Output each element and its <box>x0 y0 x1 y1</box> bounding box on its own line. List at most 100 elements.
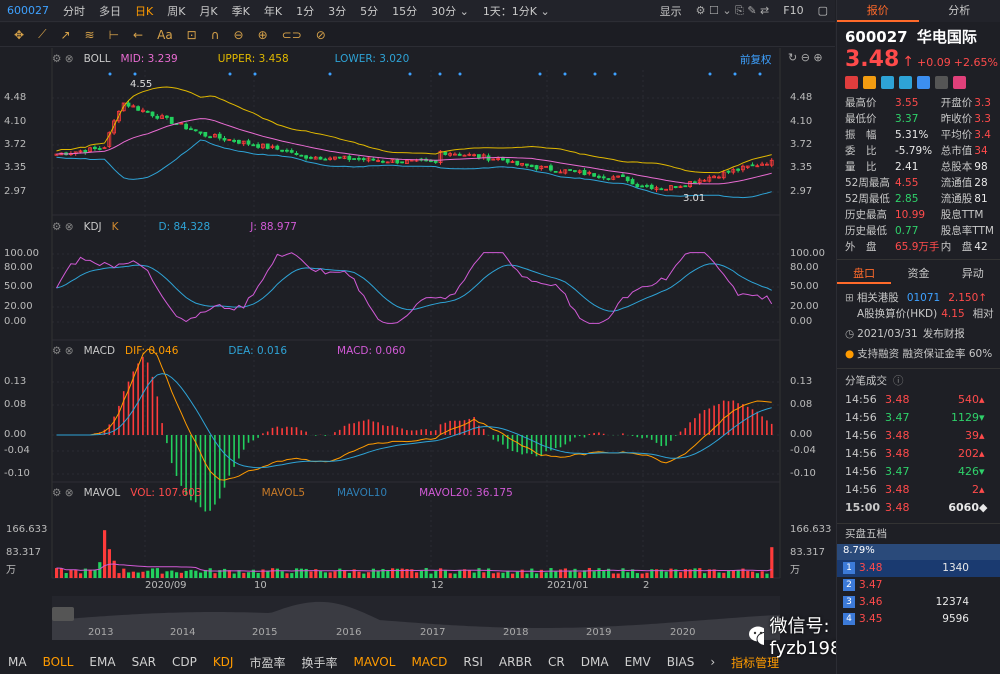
mavol-label[interactable]: MAVOL <box>84 487 121 499</box>
report-row[interactable]: ◷ 2021/03/31 发布财报 <box>845 326 994 342</box>
stat-row: 振 幅 5.31% <box>845 127 941 143</box>
last-price: 3.48 <box>845 47 900 72</box>
indicator-9[interactable]: MACD <box>403 655 455 669</box>
indicator-14[interactable]: EMV <box>617 655 659 669</box>
tick-time: 14:56 <box>845 411 877 424</box>
stat-label: 最低价 <box>845 113 877 125</box>
candle <box>726 170 731 173</box>
year-label: 2013 <box>88 627 114 638</box>
indicator-2[interactable]: EMA <box>81 655 123 669</box>
chart-controls-icon[interactable]: ↻ ⊖ ⊕ <box>788 51 823 64</box>
bid-level: 1 <box>843 562 855 574</box>
volume-bar <box>208 568 212 578</box>
indicator-12[interactable]: CR <box>540 655 573 669</box>
margin-icon[interactable] <box>899 76 912 89</box>
candle <box>164 115 169 118</box>
tab-analysis[interactable]: 分析 <box>919 0 1000 22</box>
chart-area[interactable]: 600027 分时 多日 日K 周K 月K 季K 年K 1分 3分 5分 15分 30分 ⌄ 1天：1分K… <box>0 0 919 674</box>
candle <box>601 176 606 179</box>
indicator-15[interactable]: BIAS <box>659 655 703 669</box>
boll-label[interactable]: BOLL <box>84 53 111 65</box>
volume-bar <box>693 568 697 578</box>
indicator-8[interactable]: MAVOL <box>346 655 404 669</box>
indicator-1[interactable]: BOLL <box>35 655 82 669</box>
macd-label[interactable]: MACD <box>84 345 115 357</box>
stat-value: 5.31% <box>895 129 929 141</box>
volume-bar <box>736 570 740 578</box>
settings-icon[interactable]: ⚙ ⊗ <box>52 345 74 357</box>
candle <box>659 188 664 191</box>
tick-row: 14:56 3.47 1129 ▾ <box>845 409 994 427</box>
settings-icon[interactable]: ⚙ ⊗ <box>52 53 74 65</box>
kdj-left-tick: 20.00 <box>4 301 33 312</box>
flag-icon[interactable] <box>845 76 858 89</box>
indicator-16[interactable]: › <box>702 655 723 669</box>
indicator-0[interactable]: MA <box>0 655 35 669</box>
signal-dot <box>538 72 542 76</box>
macd-dea-line <box>56 373 772 469</box>
candle <box>208 136 213 139</box>
margin-coin-icon: ● <box>845 348 855 360</box>
doc-icon[interactable] <box>935 76 948 89</box>
adjust-mode[interactable]: 前复权 <box>740 52 772 67</box>
stat-value: 2.41 <box>895 161 919 173</box>
candle <box>515 160 520 166</box>
tick-volume: 39 <box>965 429 979 442</box>
stat-row: 平均价 3.4 <box>941 127 994 143</box>
volume-bar <box>717 572 721 578</box>
indicator-3[interactable]: SAR <box>124 655 164 669</box>
bid-row: 2 3.47 <box>837 577 1000 594</box>
boll-right-tick: 3.72 <box>790 139 813 150</box>
stat-value: 3.55 <box>895 97 919 109</box>
volume-bar <box>256 573 260 578</box>
candle <box>184 123 189 130</box>
hk-row[interactable]: ⊞ 相关港股 01071 2.150↑ <box>845 290 994 306</box>
macd-right-tick: 0.13 <box>790 376 813 387</box>
volume-bar <box>751 571 755 578</box>
kdj-label[interactable]: KDJ <box>84 221 102 233</box>
indicator-5[interactable]: KDJ <box>205 655 242 669</box>
signal-dot <box>253 72 257 76</box>
settings-icon[interactable]: ⚙ ⊗ <box>52 221 74 233</box>
tab-quote[interactable]: 报价 <box>837 0 919 22</box>
indicator-11[interactable]: ARBR <box>491 655 540 669</box>
depth-tab-1[interactable]: 资金 <box>891 264 945 284</box>
mavol-right-tick: 83.317 <box>790 547 825 558</box>
boll-right-tick: 4.10 <box>790 116 813 127</box>
kdj-left-tick: 100.00 <box>4 248 39 259</box>
volume-bar <box>506 570 510 578</box>
tag-icon[interactable] <box>917 76 930 89</box>
tick-time: 15:00 <box>845 501 881 514</box>
volume-bar <box>664 571 668 578</box>
mavol-20: MAVOL20: 36.175 <box>419 487 513 499</box>
depth-tab-2[interactable]: 异动 <box>946 264 1000 284</box>
down-arrow-icon: ▾ <box>979 411 985 424</box>
lightning-icon[interactable] <box>863 76 876 89</box>
indicator-10[interactable]: RSI <box>455 655 491 669</box>
indicator-13[interactable]: DMA <box>573 655 617 669</box>
tick-volume: 2 <box>972 483 979 496</box>
candle <box>256 144 261 148</box>
bid-level: 4 <box>843 613 855 625</box>
bid-price: 3.45 <box>859 613 883 625</box>
signal-dot <box>408 72 412 76</box>
bid-five-list: 1 3.48 1340 2 3.47 3 3.46 12374 4 3.45 9596 <box>837 560 1000 628</box>
bid-level: 3 <box>843 596 855 608</box>
indicator-4[interactable]: CDP <box>164 655 205 669</box>
stat-value: 42 <box>974 241 988 253</box>
stat-label: 52周最高 <box>845 177 890 189</box>
stat-row: 股息TTM <box>941 207 994 223</box>
depth-tab-0[interactable]: 盘口 <box>837 264 892 284</box>
candle <box>395 159 400 164</box>
indicator-7[interactable]: 换手率 <box>293 654 345 671</box>
favorite-icon[interactable] <box>953 76 966 89</box>
tick-row: 14:56 3.47 426 ▾ <box>845 463 994 481</box>
volume-bar <box>122 568 126 578</box>
mavol-right-tick: 166.633 <box>790 524 832 535</box>
volume-bar <box>491 573 495 578</box>
volume-bar <box>280 571 284 578</box>
stat-row: 总市值 34 <box>941 143 994 159</box>
hk-connect-icon[interactable] <box>881 76 894 89</box>
indicator-6[interactable]: 市盈率 <box>241 654 293 671</box>
settings-icon[interactable]: ⚙ ⊗ <box>52 487 74 499</box>
